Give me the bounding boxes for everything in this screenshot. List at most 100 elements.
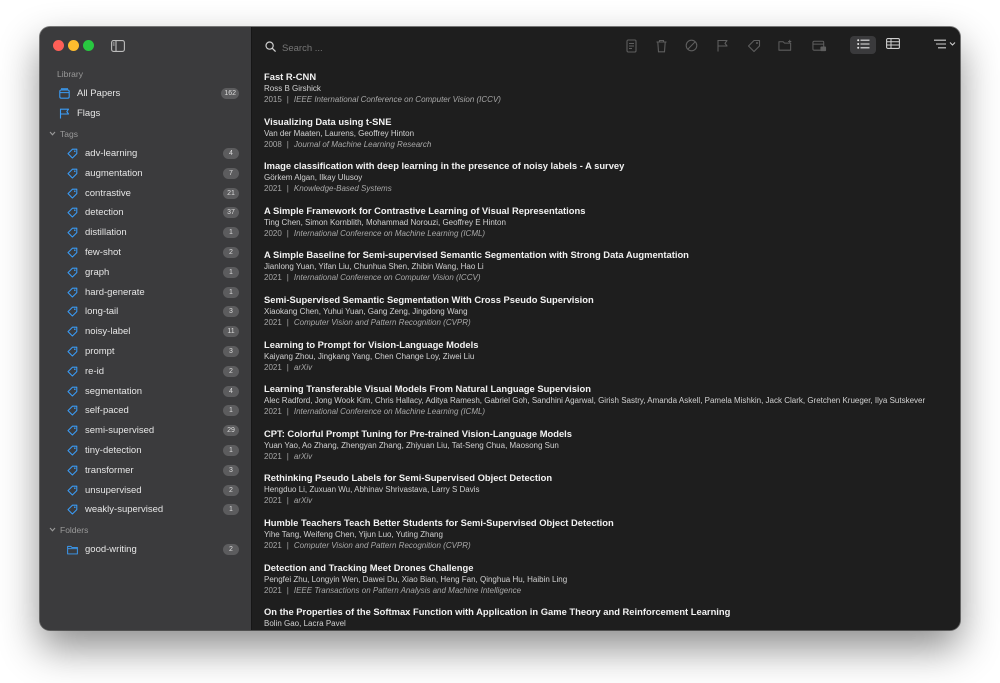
list-view-button[interactable] [850, 36, 876, 54]
paper-list-item[interactable]: Semi-Supervised Semantic Segmentation Wi… [252, 294, 960, 339]
tag-icon [67, 247, 78, 258]
sidebar-item-tag-adv-learning[interactable]: adv-learning 4 [40, 144, 251, 164]
count-badge: 7 [223, 167, 239, 179]
search-box[interactable] [265, 39, 442, 57]
paper-title: Fast R-CNN [264, 71, 317, 82]
paper-list-item[interactable]: CPT: Colorful Prompt Tuning for Pre-trai… [252, 428, 960, 473]
paper-meta: 2015 | IEEE International Conference on Co… [264, 94, 960, 105]
paper-list-item[interactable]: Visualizing Data using t-SNE Van der Maat… [252, 116, 960, 161]
chevron-down-icon [49, 520, 56, 540]
flag-icon [59, 108, 70, 119]
sidebar-item-tag-weakly-supervised[interactable]: weakly-supervised 1 [40, 500, 251, 520]
list-icon [856, 36, 870, 54]
sidebar-item-tag-re-id[interactable]: re-id 2 [40, 361, 251, 381]
paper-authors: Yihe Tang, Weifeng Chen, Yijun Luo, Yuti… [264, 529, 443, 539]
paper-meta: 2021 | International Conference on Machine… [264, 406, 960, 417]
document-icon[interactable] [624, 38, 639, 53]
count-badge: 3 [223, 345, 239, 357]
sidebar-item-tag-graph[interactable]: graph 1 [40, 262, 251, 282]
folders-section-header[interactable]: Folders [40, 520, 251, 540]
count-badge: 162 [221, 88, 239, 100]
count-badge: 29 [223, 425, 239, 437]
paper-authors: Bolin Gao, Lacra Pavel [264, 619, 346, 629]
count-badge: 1 [223, 286, 239, 298]
sidebar-item-tag-self-paced[interactable]: self-paced 1 [40, 401, 251, 421]
table-view-button[interactable] [880, 36, 906, 54]
paper-list-item[interactable]: Humble Teachers Teach Better Students fo… [252, 517, 960, 562]
library-icon [59, 88, 70, 100]
paper-venue: IEEE International Conference on Compute… [293, 95, 501, 104]
sidebar-item-label: transformer [85, 464, 134, 476]
paper-year: 2021 [264, 585, 282, 595]
count-badge: 4 [223, 385, 239, 397]
paper-title: Learning to Prompt for Vision-Language M… [264, 338, 479, 350]
count-badge: 1 [223, 227, 239, 239]
search-icon [265, 39, 276, 57]
sidebar-item-tag-long-tail[interactable]: long-tail 3 [40, 302, 251, 322]
tag-icon [67, 366, 78, 377]
sidebar: Library All Papers 162 Flags Tags adv-le… [40, 27, 252, 630]
sidebar-item-label: segmentation [85, 385, 143, 397]
sidebar-item-all-papers[interactable]: All Papers 162 [40, 84, 251, 104]
paper-venue: Knowledge-Based Systems [293, 184, 392, 194]
sidebar-item-tag-semi-supervised[interactable]: semi-supervised 29 [40, 421, 251, 441]
sidebar-item-tag-segmentation[interactable]: segmentation 4 [40, 381, 251, 401]
sidebar-item-tag-transformer[interactable]: transformer 3 [40, 460, 251, 480]
paper-list-item[interactable]: A Simple Framework for Contrastive Learn… [252, 205, 960, 250]
search-input[interactable] [282, 42, 442, 54]
zoom-window-button[interactable] [83, 40, 94, 51]
sidebar-item-tag-augmentation[interactable]: augmentation 7 [40, 163, 251, 183]
minimize-window-button[interactable] [68, 40, 79, 51]
sidebar-item-tag-unsupervised[interactable]: unsupervised 2 [40, 480, 251, 500]
sidebar-item-label: semi-supervised [85, 425, 155, 437]
paper-meta: 2021 | arXiv [264, 362, 960, 373]
paper-list-item[interactable]: Detection and Tracking Meet Drones Chall… [252, 562, 960, 607]
sidebar-item-tag-prompt[interactable]: prompt 3 [40, 342, 251, 362]
paper-list-item[interactable]: On the Properties of the Softmax Functio… [252, 606, 960, 630]
prohibit-icon[interactable] [684, 38, 699, 53]
meta-separator: | [286, 139, 289, 149]
sidebar-item-label: detection [85, 207, 124, 219]
sidebar-item-tag-detection[interactable]: detection 37 [40, 203, 251, 223]
trash-icon[interactable] [654, 38, 669, 53]
tag-icon [67, 485, 78, 496]
count-badge: 11 [223, 326, 239, 338]
close-window-button[interactable] [53, 40, 64, 51]
sidebar-item-tag-noisy-label[interactable]: noisy-label 11 [40, 322, 251, 342]
tags-section-header[interactable]: Tags [40, 124, 251, 144]
sidebar-toggle-icon[interactable] [111, 39, 125, 52]
sidebar-item-folder-good-writing[interactable]: good-writing 2 [40, 540, 251, 560]
meta-separator: | [286, 540, 289, 550]
paper-title: Rethinking Pseudo Labels for Semi-Superv… [264, 472, 553, 484]
sidebar-item-tag-few-shot[interactable]: few-shot 2 [40, 243, 251, 263]
sidebar-item-tag-hard-generate[interactable]: hard-generate 1 [40, 282, 251, 302]
export-icon[interactable] [812, 38, 827, 53]
sidebar-item-flags[interactable]: Flags [40, 104, 251, 124]
count-badge: 1 [223, 444, 239, 456]
sidebar-item-label: hard-generate [85, 286, 145, 298]
paper-meta: 2020 | International Conference on Machine… [264, 228, 960, 239]
tag-icon [67, 386, 78, 397]
tag-icon[interactable] [746, 38, 761, 53]
paper-list-item[interactable]: Learning Transferable Visual Models From… [252, 383, 960, 428]
sort-menu-button[interactable] [928, 36, 960, 54]
paper-title: Semi-Supervised Semantic Segmentation Wi… [264, 293, 594, 305]
paper-year: 2008 [264, 139, 282, 149]
sidebar-item-tag-contrastive[interactable]: contrastive 21 [40, 183, 251, 203]
paper-list-item[interactable]: Rethinking Pseudo Labels for Semi-Superv… [252, 472, 960, 517]
paper-year: 2021 [264, 362, 282, 372]
paper-list-item[interactable]: Image classification with deep learning … [252, 160, 960, 205]
paper-list-item[interactable]: A Simple Baseline for Semi-supervised Se… [252, 249, 960, 294]
paper-list-item[interactable]: Fast R-CNN Ross B Girshick 2015 | IEEE Inter… [252, 71, 960, 116]
folders-list: good-writing 2 [40, 540, 251, 560]
paper-list-item[interactable]: Learning to Prompt for Vision-Language M… [252, 339, 960, 384]
flag-icon[interactable] [715, 38, 730, 53]
sidebar-item-tag-tiny-detection[interactable]: tiny-detection 1 [40, 441, 251, 461]
sidebar-item-tag-distillation[interactable]: distillation 1 [40, 223, 251, 243]
tags-section-label: Tags [60, 128, 78, 139]
sidebar-item-label: All Papers [77, 88, 121, 100]
tag-icon [67, 465, 78, 476]
paper-year: 2021 [264, 407, 282, 417]
sidebar-item-label: adv-learning [85, 147, 138, 159]
folder-add-icon[interactable] [778, 38, 793, 53]
